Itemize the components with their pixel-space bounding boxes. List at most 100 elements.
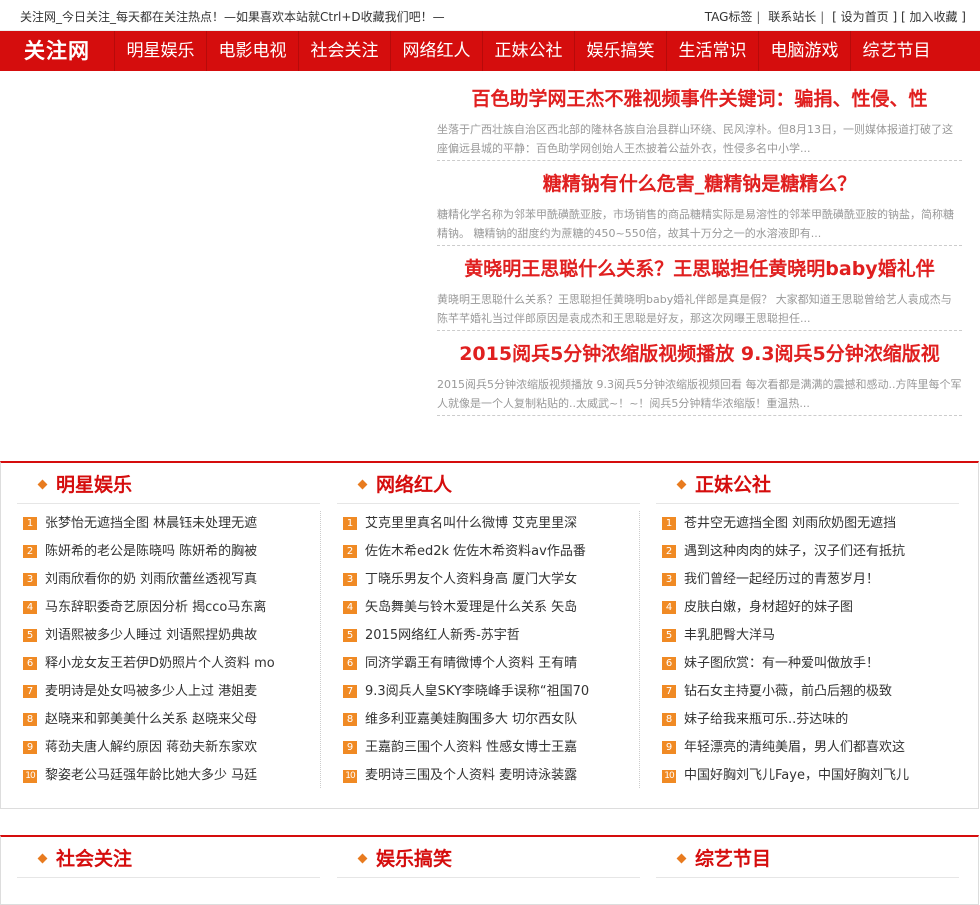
rank-badge: 5 xyxy=(343,629,357,642)
list-item-text: 麦明诗三围及个人资料 麦明诗泳装露 xyxy=(365,768,578,783)
list-item[interactable]: 7 麦明诗是处女吗被多少人上过 港姐麦 xyxy=(23,681,303,709)
list-item[interactable]: 3 刘雨欣看你的奶 刘雨欣蕾丝透视写真 xyxy=(23,569,303,597)
list-item-text: 陈妍希的老公是陈晓吗 陈妍希的胸被 xyxy=(45,544,258,559)
list-item[interactable]: 2 遇到这种肉肉的妹子，汉子们还有抵抗 xyxy=(662,541,942,569)
rank-badge: 1 xyxy=(343,517,357,530)
rank-badge: 3 xyxy=(23,573,37,586)
nav-item-society[interactable]: 社会关注 xyxy=(298,31,390,71)
category-heading[interactable]: 综艺节目 xyxy=(676,845,772,873)
list-item[interactable]: 5 丰乳肥臀大洋马 xyxy=(662,625,942,653)
nav-item-celebrity[interactable]: 明星娱乐 xyxy=(114,31,206,71)
category-title: 社会关注 xyxy=(56,848,133,870)
list-item[interactable]: 6 释小龙女友王若伊D奶照片个人资料 mo xyxy=(23,653,303,681)
rank-badge: 3 xyxy=(343,573,357,586)
list-item[interactable]: 4 马东辞职委奇艺原因分析 揭cco马东离 xyxy=(23,597,303,625)
heading-underline xyxy=(337,877,640,878)
list-item[interactable]: 6 妹子图欣赏：有一种爱叫做放手！ xyxy=(662,653,942,681)
headline-title[interactable]: 糖精钠有什么危害_糖精钠是糖精么？ xyxy=(437,169,962,199)
heading-underline xyxy=(17,877,320,878)
list-item[interactable]: 1 艾克里里真名叫什么微博 艾克里里深 xyxy=(343,513,623,541)
list-item[interactable]: 9 蒋劲夫唐人解约原因 蒋劲夫新东家欢 xyxy=(23,737,303,765)
nav-item-internet-celebs[interactable]: 网络红人 xyxy=(390,31,482,71)
list-item[interactable]: 3 我们曾经一起经历过的青葱岁月！ xyxy=(662,569,942,597)
list-item[interactable]: 8 维多利亚嘉美娃胸围多大 切尔西女队 xyxy=(343,709,623,737)
heading-underline xyxy=(337,503,640,504)
category-column: 娱乐搞笑 xyxy=(321,837,640,904)
list-item[interactable]: 8 妹子给我来瓶可乐..芬达味的 xyxy=(662,709,942,737)
list-item[interactable]: 1 苍井空无遮挡全图 刘雨欣奶图无遮挡 xyxy=(662,513,942,541)
site-logo[interactable]: 关注网 xyxy=(0,31,114,71)
category-heading[interactable]: 正妹公社 xyxy=(676,471,771,499)
nav-item-funny[interactable]: 娱乐搞笑 xyxy=(574,31,666,71)
nav-item-variety[interactable]: 综艺节目 xyxy=(850,31,942,71)
list-item[interactable]: 8 赵晓来和郭美美什么关系 赵晓来父母 xyxy=(23,709,303,737)
headline-title[interactable]: 黄晓明王思聪什么关系？王思聪担任黄晓明baby婚礼伴 xyxy=(437,254,962,284)
rank-badge: 2 xyxy=(662,545,676,558)
list-item-text: 刘语熙被多少人睡过 刘语熙捏奶典故 xyxy=(45,628,258,643)
list-item[interactable]: 5 刘语熙被多少人睡过 刘语熙捏奶典故 xyxy=(23,625,303,653)
list-item[interactable]: 6 同济学霸王有晴微博个人资料 王有晴 xyxy=(343,653,623,681)
headline-item: 糖精钠有什么危害_糖精钠是糖精么？ 糖精化学名称为邻苯甲酰磺酰亚胺，市场销售的商… xyxy=(437,169,962,246)
list-item-text: 丰乳肥臀大洋马 xyxy=(684,628,776,643)
category-title: 综艺节目 xyxy=(695,848,772,870)
list-item[interactable]: 7 钻石女主持夏小薇，前凸后翘的极致 xyxy=(662,681,942,709)
category-heading[interactable]: 网络红人 xyxy=(357,471,452,499)
nav-item-games[interactable]: 电脑游戏 xyxy=(758,31,850,71)
set-homepage-link[interactable]: [ 设为首页 ] xyxy=(832,10,897,24)
list-item-text: 钻石女主持夏小薇，前凸后翘的极致 xyxy=(684,684,893,699)
category-heading[interactable]: 社会关注 xyxy=(37,845,133,873)
diamond-icon xyxy=(676,479,687,490)
rank-badge: 10 xyxy=(343,770,357,783)
category-heading[interactable]: 明星娱乐 xyxy=(37,471,133,499)
category-title: 明星娱乐 xyxy=(56,474,133,496)
tag-link[interactable]: TAG标签 xyxy=(705,10,753,24)
nav-item-life-tips[interactable]: 生活常识 xyxy=(666,31,758,71)
list-item[interactable]: 9 王嘉韵三围个人资料 性感女博士王嘉 xyxy=(343,737,623,765)
top-links: TAG标签 | 联系站长 | [ 设为首页 ] [ 加入收藏 ] xyxy=(704,10,966,24)
list-item[interactable]: 9 年轻漂亮的清纯美眉，男人们都喜欢这 xyxy=(662,737,942,765)
rank-badge: 4 xyxy=(343,601,357,614)
list-item-text: 释小龙女友王若伊D奶照片个人资料 mo xyxy=(45,656,275,671)
list-item[interactable]: 7 9.3阅兵人皇SKY李晓峰手误称“祖国70 xyxy=(343,681,623,709)
list-item[interactable]: 4 矢岛舞美与铃木爱理是什么关系 矢岛 xyxy=(343,597,623,625)
list-item-text: 矢岛舞美与铃木爱理是什么关系 矢岛 xyxy=(365,600,578,615)
rank-badge: 2 xyxy=(23,545,37,558)
headline-summary: 糖精化学名称为邻苯甲酰磺酰亚胺，市场销售的商品糖精实际是易溶性的邻苯甲酰磺酰亚胺… xyxy=(437,208,954,240)
list-item[interactable]: 10 黎姿老公马廷强年龄比她大多少 马廷 xyxy=(23,765,303,793)
add-favorite-link[interactable]: [ 加入收藏 ] xyxy=(901,10,966,24)
headline-title[interactable]: 百色助学网王杰不雅视频事件关键词：骗捐、性侵、性 xyxy=(437,84,962,114)
list-item[interactable]: 2 佐佐木希ed2k 佐佐木希资料av作品番 xyxy=(343,541,623,569)
list-item[interactable]: 1 张梦怡无遮挡全图 林晨钰未处理无遮 xyxy=(23,513,303,541)
list-item[interactable]: 4 皮肤白嫩，身材超好的妹子图 xyxy=(662,597,942,625)
rank-badge: 8 xyxy=(23,713,37,726)
rank-badge: 1 xyxy=(23,517,37,530)
rank-badge: 4 xyxy=(662,601,676,614)
list-item-text: 妹子图欣赏：有一种爱叫做放手！ xyxy=(684,656,880,671)
category-section-row-1: 明星娱乐 1 张梦怡无遮挡全图 林晨钰未处理无遮 2 陈妍希的老公是陈晓吗 陈妍希的… xyxy=(0,461,979,809)
list-item[interactable]: 3 丁晓乐男友个人资料身高 厦门大学女 xyxy=(343,569,623,597)
list-item-text: 维多利亚嘉美娃胸围多大 切尔西女队 xyxy=(365,712,578,727)
rank-badge: 5 xyxy=(23,629,37,642)
list-item[interactable]: 2 陈妍希的老公是陈晓吗 陈妍希的胸被 xyxy=(23,541,303,569)
main-nav: 关注网 明星娱乐 电影电视 社会关注 网络红人 正妹公社 娱乐搞笑 生活常识 电… xyxy=(0,31,980,71)
list-item-text: 我们曾经一起经历过的青葱岁月！ xyxy=(684,572,880,587)
list-item-text: 丁晓乐男友个人资料身高 厦门大学女 xyxy=(365,572,578,587)
category-title: 娱乐搞笑 xyxy=(376,848,453,870)
list-item-text: 同济学霸王有晴微博个人资料 王有晴 xyxy=(365,656,578,671)
list-item[interactable]: 10 中国好胸刘飞儿Faye，中国好胸刘飞儿 xyxy=(662,765,942,793)
list-item-text: 艾克里里真名叫什么微博 艾克里里深 xyxy=(365,516,578,531)
list-item-text: 2015网络红人新秀-苏宇哲 xyxy=(365,628,520,643)
heading-underline xyxy=(656,877,959,878)
list-item-text: 妹子给我来瓶可乐..芬达味的 xyxy=(684,712,849,727)
list-item[interactable]: 10 麦明诗三围及个人资料 麦明诗泳装露 xyxy=(343,765,623,793)
rank-badge: 6 xyxy=(662,657,676,670)
list-item[interactable]: 5 2015网络红人新秀-苏宇哲 xyxy=(343,625,623,653)
headline-title[interactable]: 2015阅兵5分钟浓缩版视频播放 9.3阅兵5分钟浓缩版视 xyxy=(437,339,962,369)
nav-item-girls[interactable]: 正妹公社 xyxy=(482,31,574,71)
headline-item: 百色助学网王杰不雅视频事件关键词：骗捐、性侵、性 坐落于广西壮族自治区西北部的隆… xyxy=(437,84,962,161)
category-heading[interactable]: 娱乐搞笑 xyxy=(357,845,453,873)
contact-link[interactable]: 联系站长 xyxy=(768,10,816,24)
rank-badge: 8 xyxy=(662,713,676,726)
category-column: 明星娱乐 1 张梦怡无遮挡全图 林晨钰未处理无遮 2 陈妍希的老公是陈晓吗 陈妍希的… xyxy=(1,463,320,808)
nav-item-movies[interactable]: 电影电视 xyxy=(206,31,298,71)
